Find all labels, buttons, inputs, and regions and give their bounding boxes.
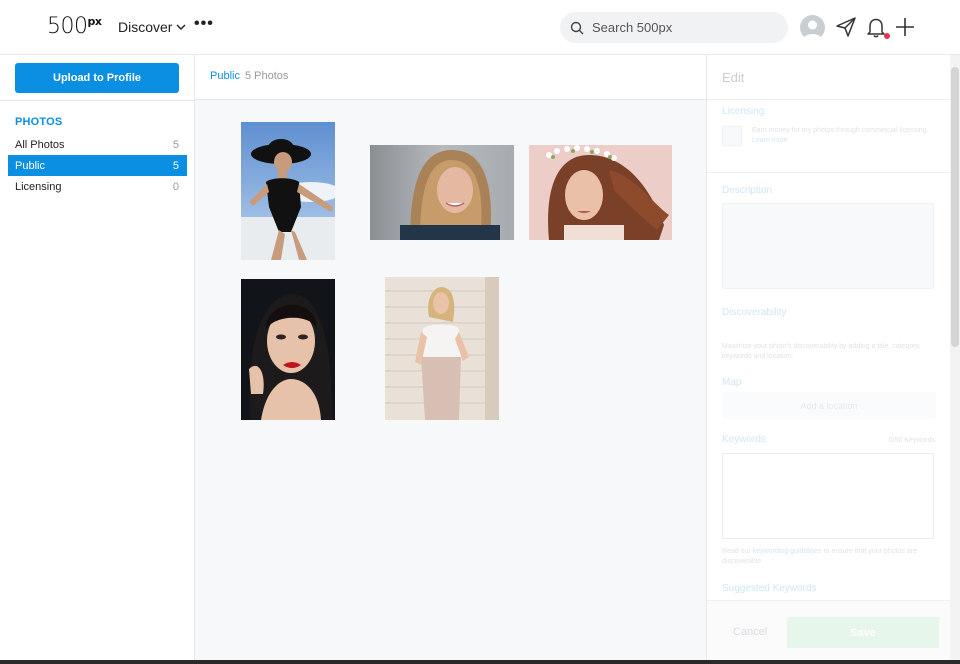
cancel-button[interactable]: Cancel bbox=[733, 626, 767, 638]
send-icon[interactable] bbox=[834, 15, 858, 39]
edit-panel: Edit Licensing Earn money for my photos … bbox=[706, 55, 951, 664]
sidebar: Upload to Profile PHOTOS All Photos 5 Pu… bbox=[0, 55, 195, 664]
scrollbar[interactable] bbox=[950, 55, 960, 664]
user-icon bbox=[803, 20, 822, 40]
licensing-description: Earn money for my photos through commerc… bbox=[752, 127, 929, 134]
logo-text: 500 bbox=[47, 14, 88, 39]
sidebar-item-label: All Photos bbox=[15, 138, 65, 151]
logo[interactable]: 500px bbox=[47, 14, 102, 39]
photo-thumbnail[interactable] bbox=[385, 277, 499, 420]
description-field[interactable] bbox=[722, 203, 934, 289]
keywords-counter: 0/50 Keywords bbox=[888, 437, 935, 444]
bottom-strip bbox=[0, 660, 960, 664]
sidebar-item-licensing[interactable]: Licensing 0 bbox=[8, 176, 187, 197]
upload-to-profile-button[interactable]: Upload to Profile bbox=[15, 63, 179, 93]
photos-section-title: PHOTOS bbox=[15, 116, 63, 128]
sidebar-divider bbox=[0, 100, 195, 101]
photo-thumbnail[interactable] bbox=[241, 279, 335, 420]
notification-dot bbox=[884, 33, 890, 39]
sidebar-item-count: 5 bbox=[172, 159, 179, 172]
sidebar-item-count: 5 bbox=[172, 138, 179, 151]
licensing-toggle[interactable] bbox=[722, 126, 742, 146]
keywords-label: Keywords bbox=[722, 434, 766, 445]
logo-sup: px bbox=[87, 15, 102, 28]
search-bar[interactable] bbox=[560, 12, 788, 43]
search-input[interactable] bbox=[592, 20, 772, 35]
edit-footer: Cancel Save bbox=[707, 600, 951, 664]
keywording-guidelines-link[interactable]: keywording guidelines bbox=[753, 548, 822, 555]
edit-title: Edit bbox=[722, 70, 745, 85]
learn-more-link[interactable]: Learn more bbox=[752, 137, 788, 144]
keywords-field[interactable] bbox=[722, 453, 934, 539]
sidebar-item-count: 0 bbox=[172, 180, 179, 193]
photo-thumbnail[interactable] bbox=[241, 122, 335, 260]
breadcrumb-public[interactable]: Public bbox=[210, 70, 240, 82]
licensing-text: Earn money for my photos through commerc… bbox=[752, 126, 932, 146]
keywords-note: Read our keywording guidelines to ensure… bbox=[722, 547, 936, 567]
photo-image bbox=[241, 122, 335, 260]
keywords-note-prefix: Read our bbox=[722, 548, 751, 555]
photo-thumbnail[interactable] bbox=[370, 145, 514, 240]
licensing-label: Licensing bbox=[722, 106, 765, 117]
search-icon bbox=[570, 21, 584, 34]
photo-thumbnail[interactable] bbox=[529, 145, 672, 240]
discover-label: Discover bbox=[118, 19, 173, 35]
photo-image bbox=[385, 277, 499, 420]
plus-icon[interactable] bbox=[893, 15, 917, 39]
chevron-down-icon bbox=[176, 24, 186, 30]
suggested-keywords-label: Suggested Keywords bbox=[722, 583, 817, 594]
avatar[interactable] bbox=[800, 15, 825, 40]
scrollbar-thumb[interactable] bbox=[951, 67, 959, 347]
photo-count: 5 Photos bbox=[245, 70, 289, 82]
description-label: Description bbox=[722, 185, 773, 196]
more-menu-button[interactable]: ••• bbox=[194, 15, 214, 33]
top-bar: 500px Discover ••• bbox=[0, 0, 960, 55]
discoverability-text: Maximize your photo's discoverability by… bbox=[722, 343, 921, 360]
photo-image bbox=[241, 279, 335, 420]
edit-divider bbox=[707, 172, 951, 173]
discover-menu[interactable]: Discover bbox=[118, 19, 186, 35]
photo-image bbox=[370, 145, 514, 240]
add-location-button[interactable]: Add a location bbox=[722, 392, 936, 419]
save-button[interactable]: Save bbox=[787, 617, 939, 648]
sidebar-item-label: Public bbox=[15, 159, 45, 172]
sidebar-item-public[interactable]: Public 5 bbox=[8, 155, 187, 176]
discoverability-label: Discoverability bbox=[722, 307, 787, 318]
main-header: Public 5 Photos bbox=[195, 55, 706, 100]
sidebar-item-label: Licensing bbox=[15, 180, 62, 193]
map-label: Map bbox=[722, 377, 742, 388]
sidebar-item-all-photos[interactable]: All Photos 5 bbox=[8, 134, 187, 155]
photo-image bbox=[529, 145, 672, 240]
edit-divider bbox=[707, 99, 951, 100]
